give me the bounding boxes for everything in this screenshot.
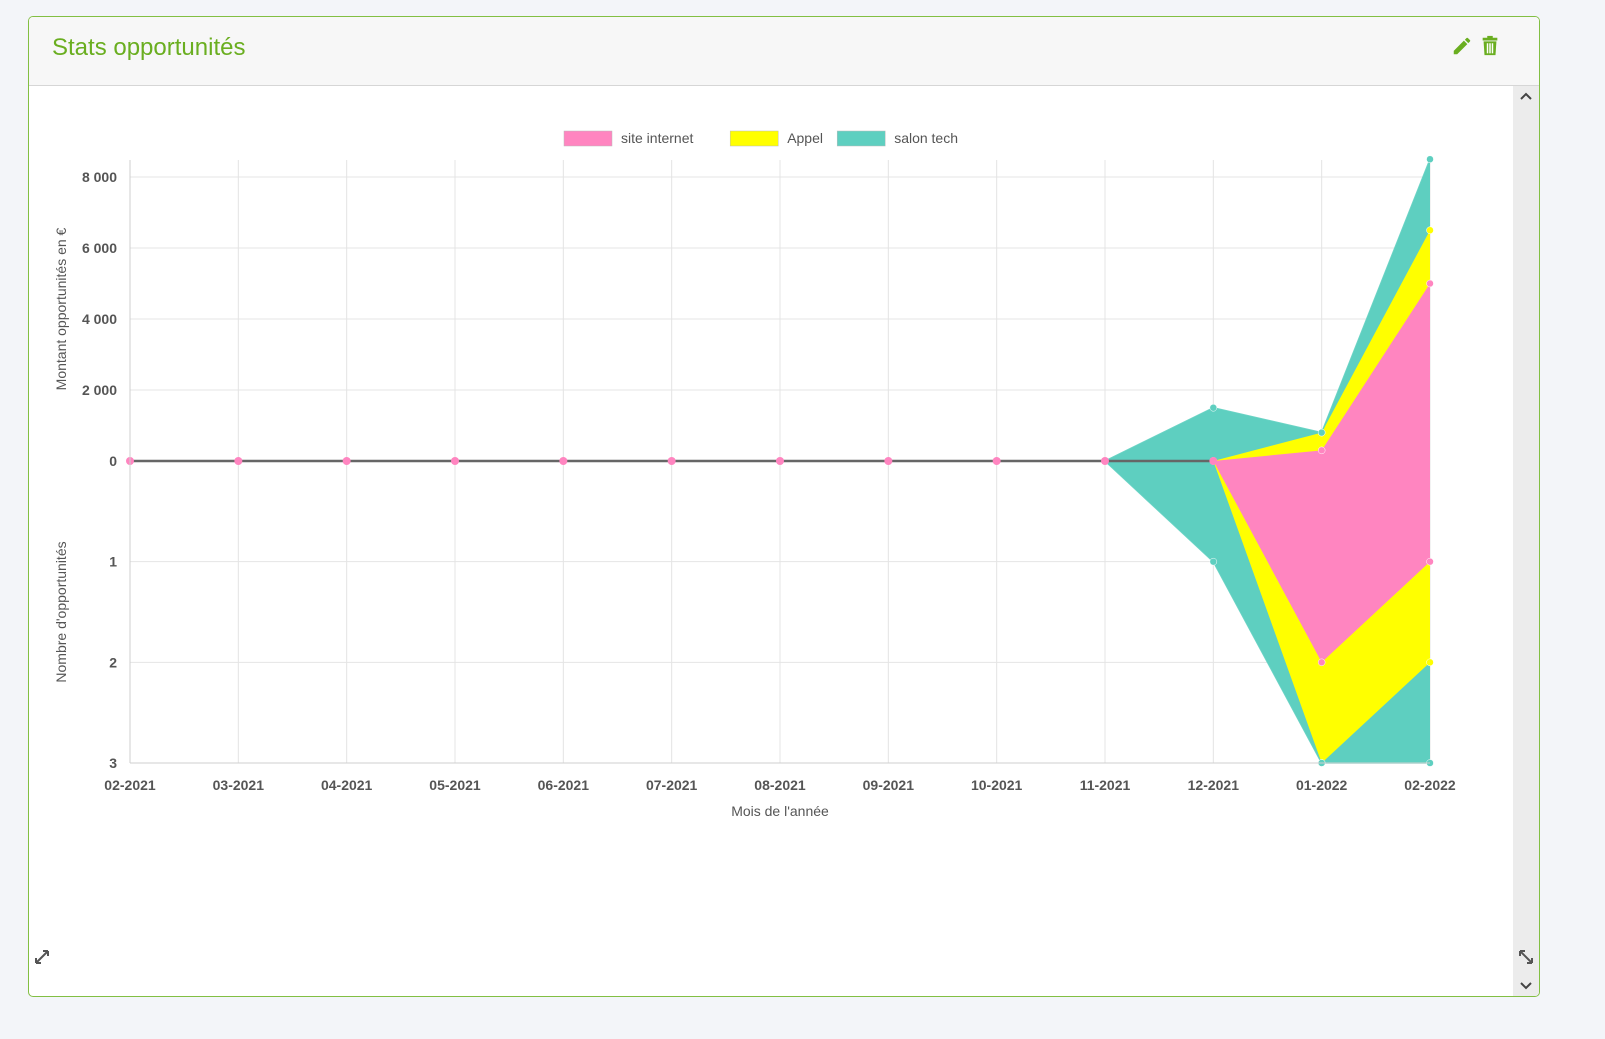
x-tick-label: 11-2021 xyxy=(1080,777,1131,793)
x-tick-label: 04-2021 xyxy=(321,777,373,793)
legend-label: site internet xyxy=(621,130,693,146)
y-axis-title-amount: Montant opportunités en € xyxy=(53,227,69,390)
count-point xyxy=(1426,658,1434,667)
x-tick-label: 02-2022 xyxy=(1404,777,1456,793)
x-tick-label: 06-2021 xyxy=(538,777,590,793)
x-tick-label: 02-2021 xyxy=(104,777,156,793)
x-tick-label: 05-2021 xyxy=(429,777,481,793)
pencil-icon[interactable] xyxy=(1451,35,1473,57)
y-tick-label-amount: 6 000 xyxy=(82,240,117,256)
baseline-point xyxy=(451,457,459,465)
scroll-down-icon[interactable] xyxy=(1517,976,1535,994)
legend-label: Appel xyxy=(787,130,823,146)
legend-swatch xyxy=(729,130,779,147)
x-tick-label: 08-2021 xyxy=(754,777,806,793)
x-tick-label: 12-2021 xyxy=(1188,777,1240,793)
baseline-point xyxy=(559,457,568,465)
widget-panel: Stats opportunités 0 2 000 4 000 6 000 8 000… xyxy=(28,16,1540,997)
y-tick-label-amount: 8 000 xyxy=(82,169,117,185)
baseline-point xyxy=(342,457,351,465)
y-tick-label-count: 2 xyxy=(109,654,117,670)
x-axis-title: Mois de l'année xyxy=(731,803,829,819)
y-tick-label-count: 1 xyxy=(109,554,117,570)
y-tick-label-count: 3 xyxy=(109,755,117,771)
baseline-point xyxy=(667,457,676,465)
resize-handle-left-icon[interactable] xyxy=(33,948,51,966)
baseline-point xyxy=(1101,457,1109,465)
amount-point xyxy=(1426,279,1434,288)
widget-body: 0 2 000 4 000 6 000 8 000 1 2 3 02-2021 03-2021 04… xyxy=(29,86,1539,996)
y-axis-title-count: Nombre d'opportunités xyxy=(53,541,69,682)
x-tick-label: 01-2022 xyxy=(1296,777,1348,793)
y-tick-label-amount: 0 xyxy=(109,453,117,469)
baseline-point xyxy=(1209,457,1218,465)
y-tick-label-amount: 2 000 xyxy=(82,382,117,398)
baseline-point xyxy=(884,457,893,465)
legend-swatch xyxy=(836,130,886,147)
x-tick-label: 03-2021 xyxy=(213,777,265,793)
amount-point xyxy=(1317,446,1326,455)
legend-label: salon tech xyxy=(894,130,958,146)
count-point xyxy=(1426,557,1434,566)
amount-point xyxy=(1426,226,1434,234)
trash-icon[interactable] xyxy=(1479,35,1501,57)
count-point xyxy=(1209,557,1218,566)
scroll-up-icon[interactable] xyxy=(1517,88,1535,106)
scrollbar[interactable] xyxy=(1513,86,1539,996)
resize-handle-right-icon[interactable] xyxy=(1517,948,1535,966)
x-tick-label: 09-2021 xyxy=(863,777,915,793)
legend-swatch xyxy=(563,130,613,147)
widget-title: Stats opportunités xyxy=(52,34,246,61)
widget-header: Stats opportunités xyxy=(29,17,1539,86)
amount-point xyxy=(1426,155,1434,163)
x-tick-label: 07-2021 xyxy=(646,777,698,793)
count-point xyxy=(1317,658,1326,667)
x-tick-label: 10-2021 xyxy=(971,777,1023,793)
y-tick-label-amount: 4 000 xyxy=(82,311,117,327)
amount-point xyxy=(1317,428,1326,437)
baseline-point xyxy=(234,457,243,465)
baseline-point xyxy=(992,457,1001,465)
opportunities-chart: 0 2 000 4 000 6 000 8 000 1 2 3 02-2021 03-2021 04… xyxy=(53,130,1456,819)
widget-actions xyxy=(1451,35,1501,57)
baseline-point xyxy=(776,457,784,465)
amount-point xyxy=(1209,404,1218,412)
